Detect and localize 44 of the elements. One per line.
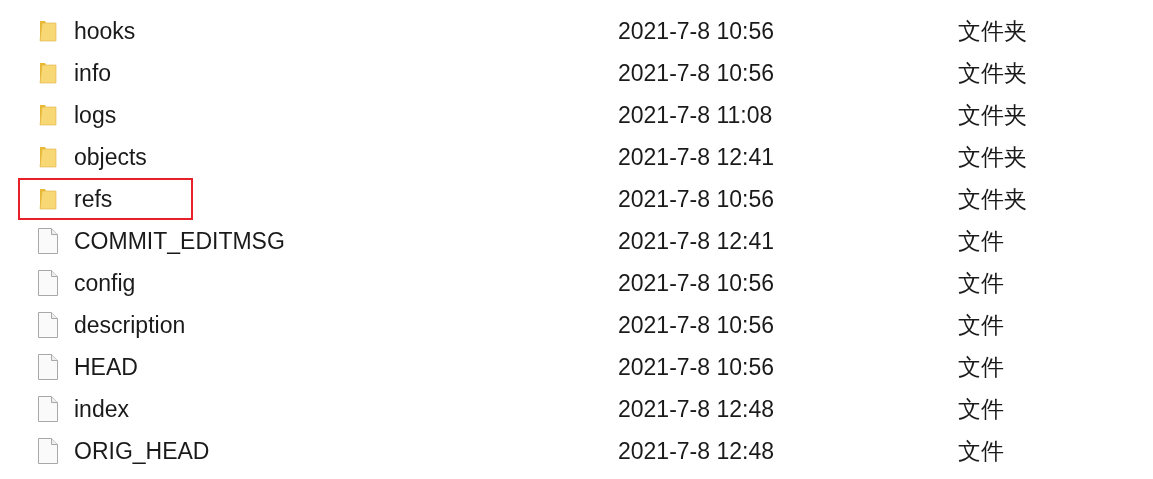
file-name: hooks [74, 17, 137, 45]
modified-date: 2021-7-8 10:56 [618, 17, 775, 45]
file-name: HEAD [74, 353, 139, 381]
file-name: refs [74, 185, 114, 213]
file-name: config [74, 269, 137, 297]
file-icon [38, 438, 58, 464]
file-name: ORIG_HEAD [74, 437, 211, 465]
file-type: 文件夹 [958, 184, 1028, 214]
file-name: info [74, 59, 113, 87]
file-type: 文件 [958, 352, 1005, 382]
file-type: 文件夹 [958, 58, 1028, 88]
file-name: objects [74, 143, 148, 171]
folder-icon [38, 19, 58, 43]
file-type: 文件夹 [958, 100, 1028, 130]
file-icon [38, 354, 58, 380]
file-icon [38, 270, 58, 296]
file-name: logs [74, 101, 118, 129]
modified-date: 2021-7-8 10:56 [618, 311, 775, 339]
file-type: 文件 [958, 268, 1005, 298]
modified-date: 2021-7-8 10:56 [618, 269, 775, 297]
modified-date: 2021-7-8 11:08 [618, 101, 774, 129]
file-name: description [74, 311, 187, 339]
folder-icon [38, 61, 58, 85]
modified-date: 2021-7-8 12:48 [618, 395, 775, 423]
modified-date: 2021-7-8 12:41 [618, 227, 775, 255]
file-type: 文件 [958, 436, 1005, 466]
modified-date: 2021-7-8 12:48 [618, 437, 775, 465]
file-type: 文件 [958, 226, 1005, 256]
file-icon [38, 396, 58, 422]
file-type: 文件 [958, 394, 1005, 424]
file-icon [38, 228, 58, 254]
modified-date: 2021-7-8 12:41 [618, 143, 775, 171]
folder-icon [38, 145, 58, 169]
file-icon [38, 312, 58, 338]
modified-date: 2021-7-8 10:56 [618, 185, 775, 213]
file-name: COMMIT_EDITMSG [74, 227, 286, 255]
folder-icon [38, 187, 58, 211]
file-name: index [74, 395, 130, 423]
file-type: 文件 [958, 310, 1005, 340]
folder-icon [38, 103, 58, 127]
file-type: 文件夹 [958, 16, 1028, 46]
modified-date: 2021-7-8 10:56 [618, 59, 775, 87]
modified-date: 2021-7-8 10:56 [618, 353, 775, 381]
file-type: 文件夹 [958, 142, 1028, 172]
